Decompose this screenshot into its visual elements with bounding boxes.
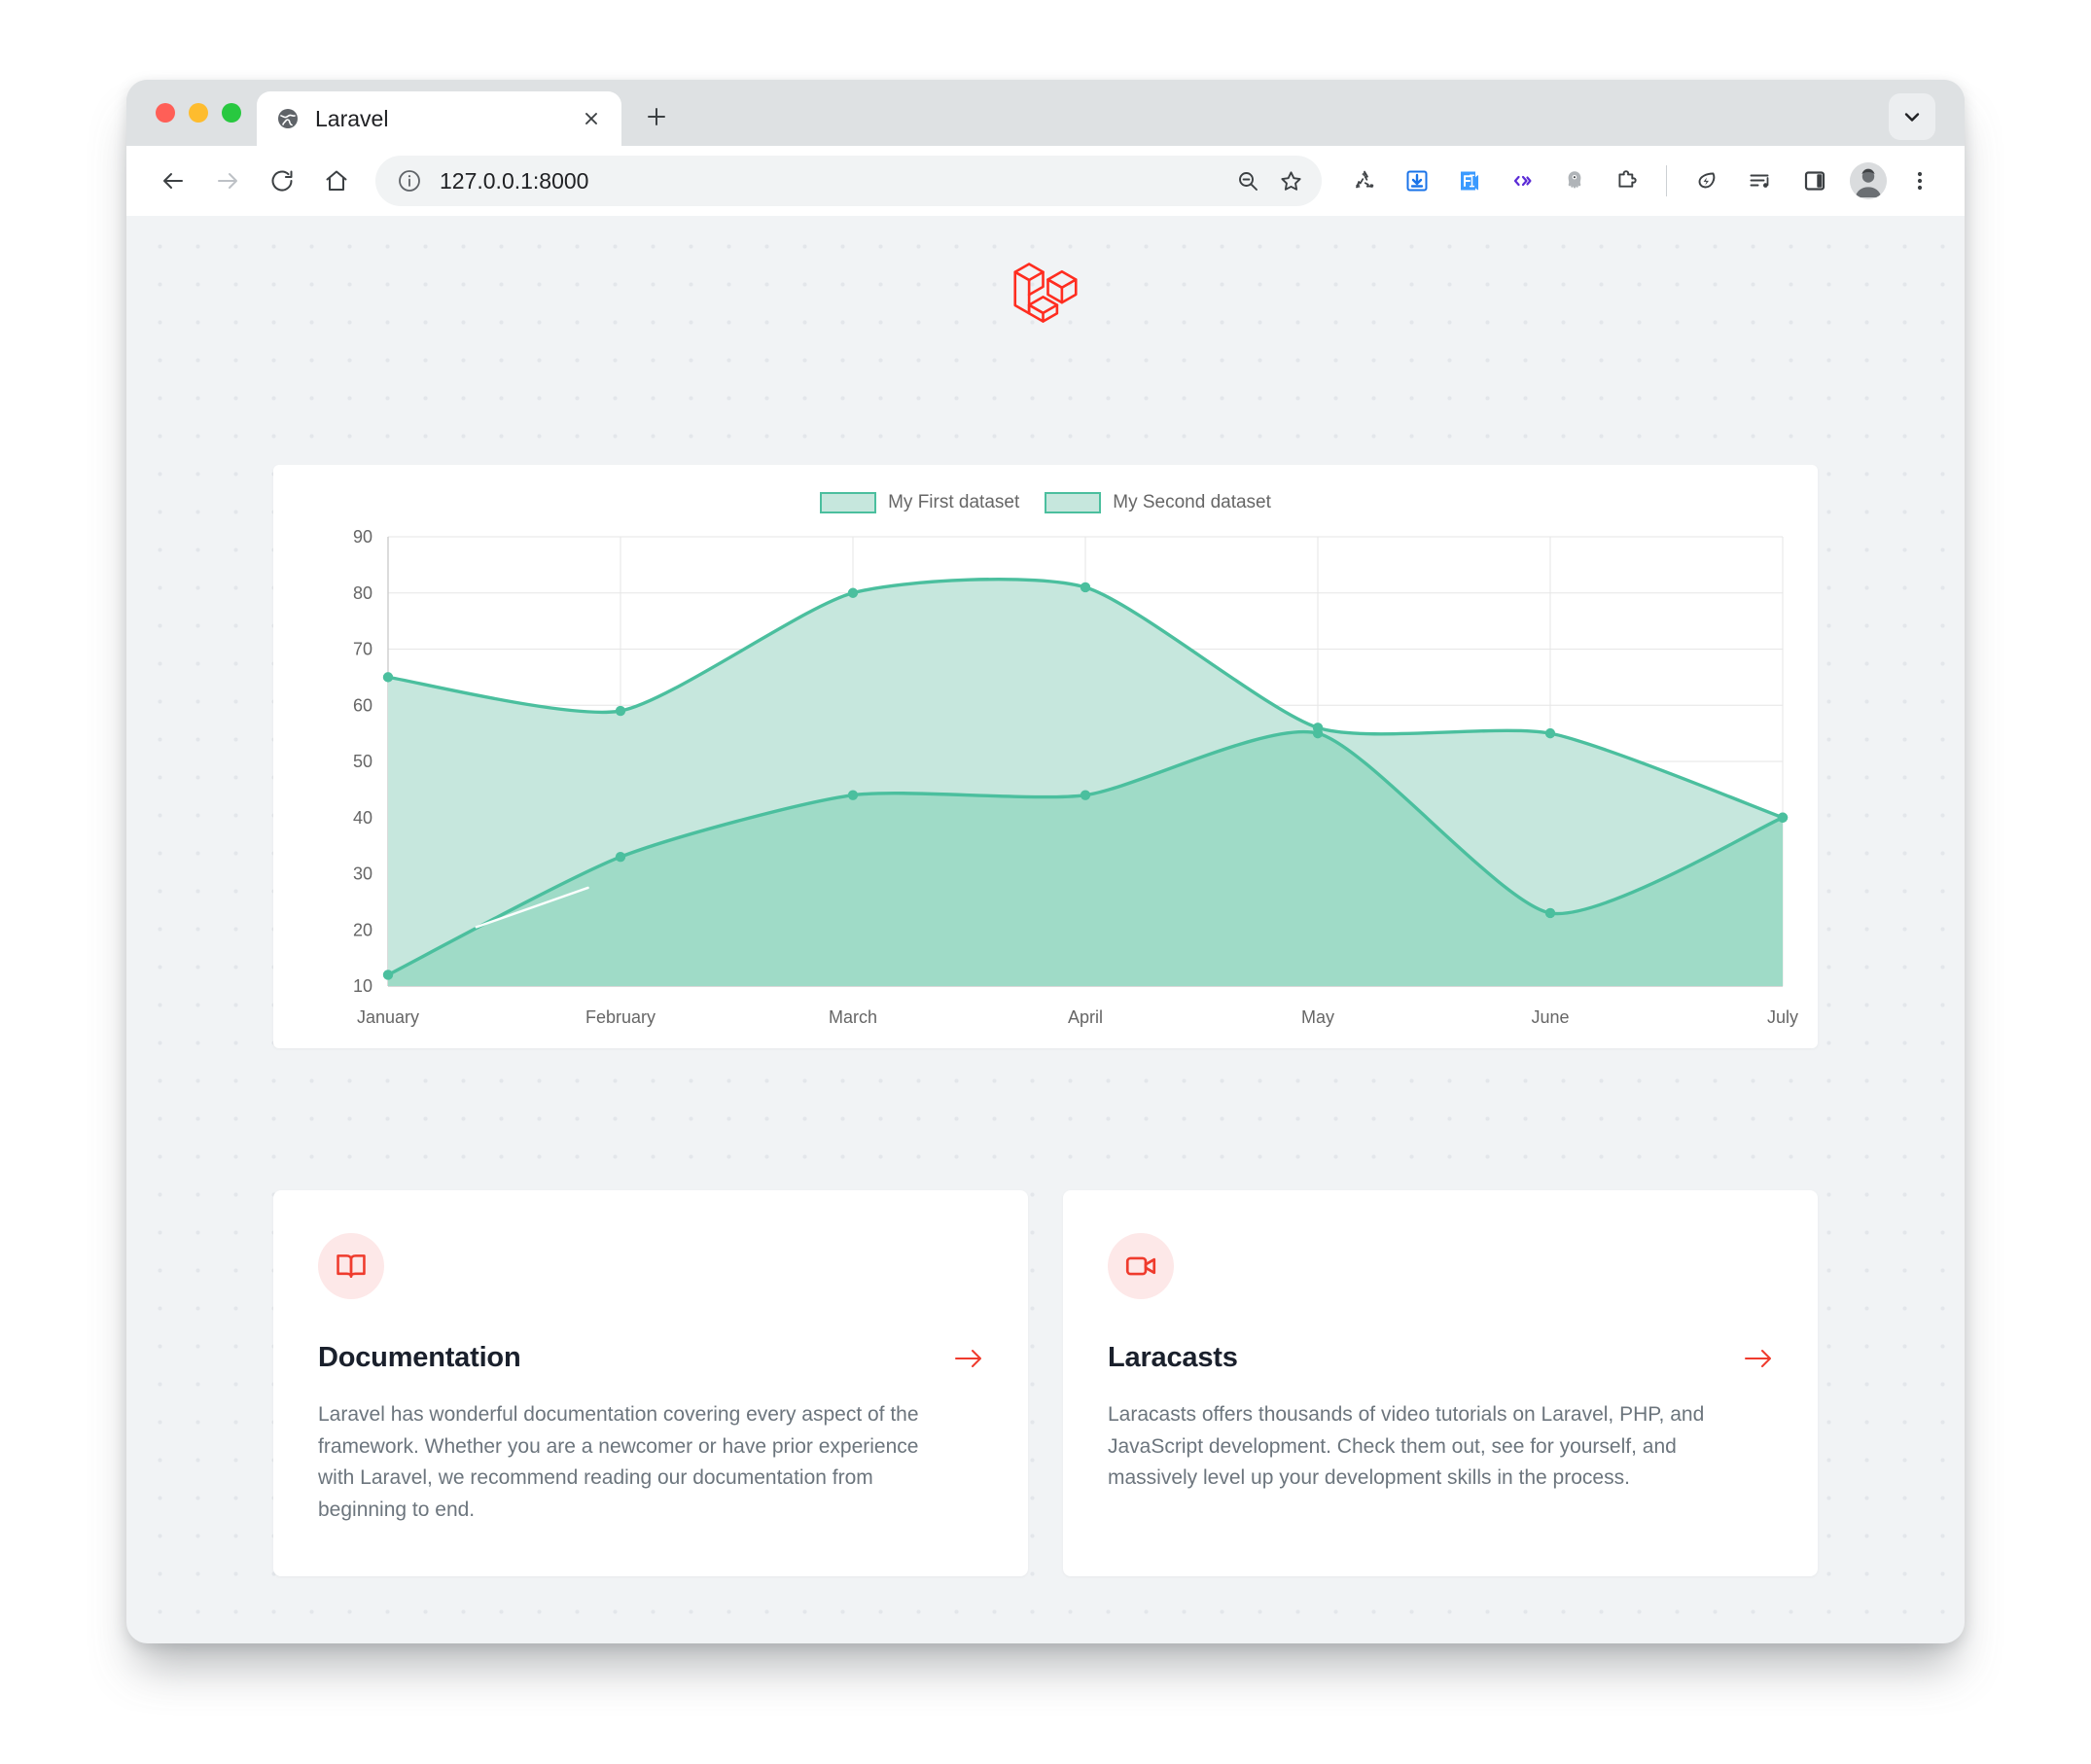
y-axis-tick: 90 bbox=[353, 527, 372, 547]
side-panel-icon[interactable] bbox=[1790, 156, 1840, 206]
address-bar[interactable]: 127.0.0.1:8000 bbox=[375, 156, 1322, 206]
legend-swatch-first bbox=[820, 492, 877, 513]
arrow-right-icon[interactable] bbox=[1744, 1347, 1773, 1370]
data-point[interactable] bbox=[615, 705, 626, 717]
x-axis-tick: May bbox=[1301, 1007, 1334, 1027]
y-axis-tick: 80 bbox=[353, 583, 372, 603]
recycle-extension-icon[interactable] bbox=[1339, 156, 1390, 206]
lightning-leaf-icon[interactable] bbox=[1681, 156, 1731, 206]
legend-label-second: My Second dataset bbox=[1113, 492, 1271, 512]
y-axis-tick: 70 bbox=[353, 640, 372, 659]
chart-plot-area: 10 20 30 40 50 60 70 80 90 January February March Ap… bbox=[273, 515, 1818, 1048]
x-axis-tick: March bbox=[829, 1007, 877, 1027]
info-cards-row: Documentation Laravel has wonderful docu… bbox=[273, 1190, 1818, 1577]
card-title: Laracasts bbox=[1108, 1342, 1238, 1373]
browser-toolbar: 127.0.0.1:8000 bbox=[126, 146, 1965, 216]
y-axis-tick: 50 bbox=[353, 752, 372, 771]
browser-window: Laravel 127.0.0.1:8000 My First dataset … bbox=[126, 80, 1965, 1643]
data-point[interactable] bbox=[382, 970, 394, 980]
data-point[interactable] bbox=[1080, 790, 1091, 800]
data-point[interactable] bbox=[1777, 812, 1789, 823]
documentation-card-header: Documentation bbox=[318, 1342, 983, 1374]
toolbar-divider bbox=[1666, 165, 1667, 196]
chart-legend: My First dataset My Second dataset bbox=[273, 465, 1818, 515]
y-axis-tick: 40 bbox=[353, 808, 372, 828]
documentation-card[interactable]: Documentation Laravel has wonderful docu… bbox=[273, 1190, 1028, 1577]
data-point[interactable] bbox=[1544, 907, 1556, 919]
tab-strip: Laravel bbox=[126, 80, 1965, 146]
data-point[interactable] bbox=[1080, 582, 1091, 593]
three-dots-vertical-icon[interactable] bbox=[1896, 156, 1943, 206]
chart-card: My First dataset My Second dataset 10 20 3… bbox=[273, 465, 1818, 1048]
extension-icons bbox=[1339, 156, 1652, 206]
logo-container bbox=[126, 216, 1965, 333]
window-maximize-button[interactable] bbox=[222, 103, 241, 123]
info-circle-icon[interactable] bbox=[397, 168, 422, 194]
data-point[interactable] bbox=[615, 851, 626, 863]
page-viewport: My First dataset My Second dataset 10 20 3… bbox=[126, 216, 1965, 1643]
y-axis-tick: 20 bbox=[353, 920, 372, 939]
legend-item-first[interactable]: My First dataset bbox=[820, 492, 1019, 513]
data-point[interactable] bbox=[1544, 727, 1556, 739]
window-minimize-button[interactable] bbox=[189, 103, 208, 123]
arrow-right-icon[interactable] bbox=[954, 1347, 983, 1370]
octopus-extension-icon[interactable] bbox=[1549, 156, 1600, 206]
browser-tab-laravel[interactable]: Laravel bbox=[257, 91, 621, 146]
y-axis-tick: 10 bbox=[353, 976, 372, 996]
reload-icon[interactable] bbox=[257, 156, 307, 206]
arrow-left-icon[interactable] bbox=[148, 156, 198, 206]
chevron-down-icon[interactable] bbox=[1889, 93, 1935, 140]
x-axis-tick: July bbox=[1767, 1007, 1798, 1027]
data-point[interactable] bbox=[1312, 727, 1324, 739]
globe-icon bbox=[278, 109, 298, 128]
star-icon[interactable] bbox=[1269, 159, 1312, 202]
tab-title: Laravel bbox=[315, 105, 389, 131]
window-traffic-lights bbox=[148, 80, 257, 146]
card-body: Laravel has wonderful documentation cove… bbox=[318, 1403, 919, 1521]
x-axis-tick: February bbox=[585, 1007, 656, 1027]
legend-item-second[interactable]: My Second dataset bbox=[1045, 492, 1271, 513]
arrow-right-icon[interactable] bbox=[202, 156, 253, 206]
video-camera-icon bbox=[1108, 1233, 1174, 1299]
data-point[interactable] bbox=[847, 790, 859, 800]
y-axis-tick: 30 bbox=[353, 864, 372, 884]
book-open-icon bbox=[318, 1233, 384, 1299]
puzzle-piece-icon[interactable] bbox=[1602, 156, 1652, 206]
desktop-background: Laravel 127.0.0.1:8000 My First dataset … bbox=[0, 0, 2091, 1764]
y-axis-tick: 60 bbox=[353, 695, 372, 715]
plus-icon[interactable] bbox=[631, 91, 682, 142]
laravel-logo bbox=[1013, 263, 1078, 323]
card-title: Documentation bbox=[318, 1342, 521, 1373]
download-blue-icon[interactable] bbox=[1392, 156, 1442, 206]
x-axis-tick: April bbox=[1068, 1007, 1103, 1027]
legend-swatch-second bbox=[1045, 492, 1102, 513]
code-brackets-icon[interactable] bbox=[1497, 156, 1547, 206]
playlist-music-icon[interactable] bbox=[1735, 156, 1786, 206]
data-point[interactable] bbox=[382, 672, 394, 683]
card-body: Laracasts offers thousands of video tuto… bbox=[1108, 1403, 1705, 1490]
x-axis-tick: January bbox=[357, 1007, 419, 1027]
fonts-ninja-icon[interactable] bbox=[1444, 156, 1495, 206]
avatar[interactable] bbox=[1850, 162, 1887, 199]
area-chart[interactable]: 10 20 30 40 50 60 70 80 90 January February March Ap… bbox=[273, 515, 1818, 1048]
x-axis-tick: June bbox=[1531, 1007, 1569, 1027]
zoom-out-icon[interactable] bbox=[1226, 159, 1269, 202]
window-close-button[interactable] bbox=[156, 103, 175, 123]
laracasts-card[interactable]: Laracasts Laracasts offers thousands of … bbox=[1063, 1190, 1818, 1577]
laracasts-card-header: Laracasts bbox=[1108, 1342, 1773, 1374]
data-point[interactable] bbox=[847, 587, 859, 598]
home-icon[interactable] bbox=[311, 156, 362, 206]
legend-label-first: My First dataset bbox=[888, 492, 1020, 512]
url-text: 127.0.0.1:8000 bbox=[440, 167, 589, 194]
close-icon[interactable] bbox=[579, 106, 604, 131]
